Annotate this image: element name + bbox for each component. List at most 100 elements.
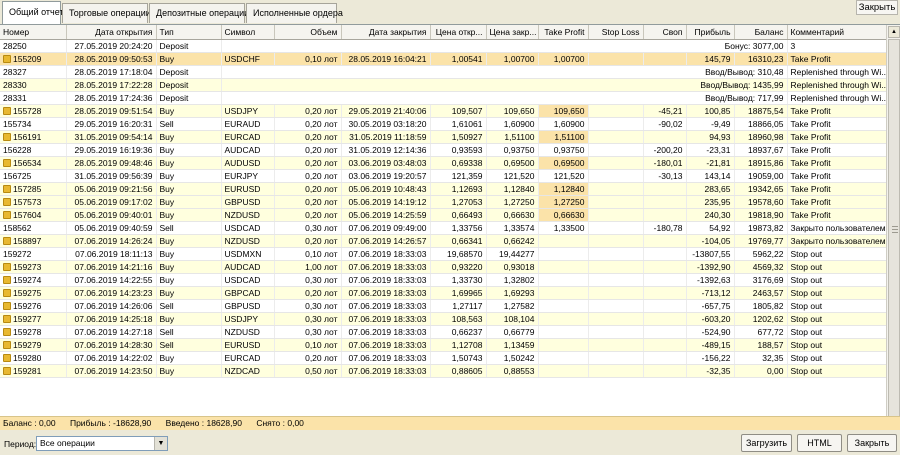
cell-символ: EURAUD	[221, 117, 275, 131]
table-row[interactable]: 159278 07.06.2019 14:27:18 Sell NZDUSD 0,30 …	[0, 325, 886, 339]
cell-объем: 0,20 лот	[274, 286, 342, 300]
cell-датазакрытия: 07.06.2019 18:33:03	[341, 247, 431, 261]
cell-датаоткрытия: 07.06.2019 14:23:50	[66, 364, 157, 378]
cell-ценаоткр: 1,69965	[430, 286, 487, 300]
col-balance[interactable]: Баланс	[734, 25, 788, 40]
col-volume[interactable]: Объем	[274, 25, 342, 40]
col-stop-loss[interactable]: Stop Loss	[588, 25, 644, 40]
cell-прибыль: -1392,90	[686, 260, 735, 274]
cell-ценаоткр: 1,50927	[430, 130, 487, 144]
table-row[interactable]: 157573 05.06.2019 09:17:02 Buy GBPUSD 0,20 л…	[0, 195, 886, 209]
cell-своп	[643, 195, 687, 209]
cell-объем: 0,20 лот	[274, 117, 342, 131]
table-row[interactable]: 157285 05.06.2019 09:21:56 Buy EURUSD 0,20 л…	[0, 182, 886, 196]
cell-объем: 0,50 лот	[274, 364, 342, 378]
cell-прибыль: 240,30	[686, 208, 735, 222]
chevron-down-icon[interactable]: ▼	[154, 437, 167, 450]
table-row[interactable]: 28330 28.05.2019 17:22:28 Deposit Ввод/Выво…	[0, 78, 886, 92]
period-value: Все операции	[40, 438, 95, 448]
cell-takeprofit	[538, 247, 589, 261]
table-row[interactable]: 155734 29.05.2019 16:20:31 Sell EURAUD 0,20 …	[0, 117, 886, 131]
cell-number: 159272	[0, 247, 67, 261]
cell-ценаоткр: 1,33756	[430, 221, 487, 235]
cell-takeprofit	[538, 364, 589, 378]
cell-ценазакр: 1,12840	[486, 182, 539, 196]
table-row[interactable]: 159273 07.06.2019 14:21:16 Buy AUDCAD 1,00 л…	[0, 260, 886, 274]
table-row[interactable]: 159276 07.06.2019 14:26:06 Sell GBPUSD 0,30 …	[0, 299, 886, 313]
tab-general-report[interactable]: Общий отчет	[2, 1, 64, 24]
load-button[interactable]: Загрузить	[741, 434, 792, 452]
col-take-profit[interactable]: Take Profit	[538, 25, 589, 40]
cell-своп	[643, 351, 687, 365]
cell-баланс: 18875,54	[734, 104, 788, 118]
tab-executed-orders[interactable]: Исполненные ордера	[246, 3, 343, 23]
cell-stoploss	[588, 260, 644, 274]
tab-deposit-operations[interactable]: Депозитные операции	[149, 3, 249, 23]
cell-своп: -90,02	[643, 117, 687, 131]
cell-тип: Buy	[156, 273, 222, 287]
cell-комментарий: Take Profit	[787, 195, 886, 209]
col-number[interactable]: Номер	[0, 25, 67, 40]
cell-ценаоткр: 1,12693	[430, 182, 487, 196]
cell-takeprofit: 1,51100	[538, 130, 589, 144]
cell-своп	[643, 52, 687, 66]
cell-тип: Buy	[156, 104, 222, 118]
col-type[interactable]: Тип	[156, 25, 222, 40]
table-row[interactable]: 156191 31.05.2019 09:54:14 Buy EURCAD 0,20 л…	[0, 130, 886, 144]
table-row[interactable]: 28331 28.05.2019 17:24:36 Deposit Ввод/Выво…	[0, 91, 886, 105]
cell-комментарий: Закрыто пользователем	[787, 234, 886, 248]
close-button[interactable]: Закрыть	[847, 434, 897, 452]
table-row[interactable]: 28250 27.05.2019 20:24:20 Deposit Бонус: 30…	[0, 39, 886, 53]
col-profit[interactable]: Прибыль	[686, 25, 735, 40]
table-row[interactable]: 159279 07.06.2019 14:28:30 Sell EURUSD 0,10 …	[0, 338, 886, 352]
scroll-up-icon[interactable]: ▲	[888, 26, 900, 38]
close-top-button[interactable]: Закрыть	[856, 0, 898, 15]
cell-своп	[643, 325, 687, 339]
col-symbol[interactable]: Символ	[221, 25, 275, 40]
cell-объем: 0,10 лот	[274, 247, 342, 261]
table-row[interactable]: 158897 07.06.2019 14:26:24 Buy NZDUSD 0,20 л…	[0, 234, 886, 248]
table-row[interactable]: 155728 28.05.2019 09:51:54 Buy USDJPY 0,20 л…	[0, 104, 886, 118]
col-swap[interactable]: Своп	[643, 25, 687, 40]
table-row[interactable]: 155209 28.05.2019 09:50:53 Buy USDCHF 0,10 л…	[0, 52, 886, 66]
col-comment[interactable]: Комментарий	[787, 25, 886, 40]
scroll-thumb[interactable]	[888, 39, 900, 419]
cell-ценазакр: 1,27582	[486, 299, 539, 313]
col-open-date[interactable]: Дата открытия	[66, 25, 157, 40]
cell-символ: EURUSD	[221, 182, 275, 196]
cell-balance-operation: Ввод/Вывод: 1435,99	[221, 78, 788, 92]
table-row[interactable]: 156228 29.05.2019 16:19:36 Buy AUDCAD 0,20 л…	[0, 143, 886, 157]
order-icon	[3, 327, 11, 336]
cell-stoploss	[588, 221, 644, 235]
cell-символ: USDCAD	[221, 221, 275, 235]
cell-прибыль: -9,49	[686, 117, 735, 131]
table-row[interactable]: 159272 07.06.2019 18:11:13 Buy USDMXN 0,10 л…	[0, 247, 886, 261]
period-select[interactable]: Все операции ▼	[36, 436, 168, 451]
table-row[interactable]: 28327 28.05.2019 17:18:04 Deposit Ввод/Выво…	[0, 65, 886, 79]
table-row[interactable]: 159274 07.06.2019 14:22:55 Buy USDCAD 0,30 л…	[0, 273, 886, 287]
tab-trade-operations[interactable]: Торговые операции	[62, 3, 151, 23]
cell-тип: Buy	[156, 130, 222, 144]
col-close-date[interactable]: Дата закрытия	[341, 25, 431, 40]
vertical-scrollbar[interactable]: ▲	[886, 25, 900, 419]
table-row[interactable]: 156534 28.05.2019 09:48:46 Buy AUDUSD 0,20 л…	[0, 156, 886, 170]
col-open-price[interactable]: Цена откр...	[430, 25, 487, 40]
cell-takeprofit	[538, 325, 589, 339]
table-row[interactable]: 159281 07.06.2019 14:23:50 Buy NZDCAD 0,50 л…	[0, 364, 886, 378]
cell-объем: 0,20 лот	[274, 169, 342, 183]
html-button[interactable]: HTML	[797, 434, 842, 452]
cell-комментарий: Stop out	[787, 364, 886, 378]
table-row[interactable]: 159277 07.06.2019 14:25:18 Buy USDJPY 0,30 л…	[0, 312, 886, 326]
table-row[interactable]: 159280 07.06.2019 14:22:02 Buy EURCAD 0,20 л…	[0, 351, 886, 365]
order-icon	[3, 132, 11, 141]
cell-ценазакр: 1,50242	[486, 351, 539, 365]
table-row[interactable]: 157604 05.06.2019 09:40:01 Buy NZDUSD 0,20 л…	[0, 208, 886, 222]
table-row[interactable]: 156725 31.05.2019 09:56:39 Buy EURJPY 0,20 л…	[0, 169, 886, 183]
table-row[interactable]: 159275 07.06.2019 14:23:23 Buy GBPCAD 0,20 л…	[0, 286, 886, 300]
cell-number: 157604	[0, 208, 67, 222]
order-icon	[3, 158, 11, 167]
cell-comment: Replenished through Wi...	[787, 78, 886, 92]
cell-ценазакр: 1,13459	[486, 338, 539, 352]
table-row[interactable]: 158562 05.06.2019 09:40:59 Sell USDCAD 0,30 …	[0, 221, 886, 235]
col-close-price[interactable]: Цена закр...	[486, 25, 539, 40]
